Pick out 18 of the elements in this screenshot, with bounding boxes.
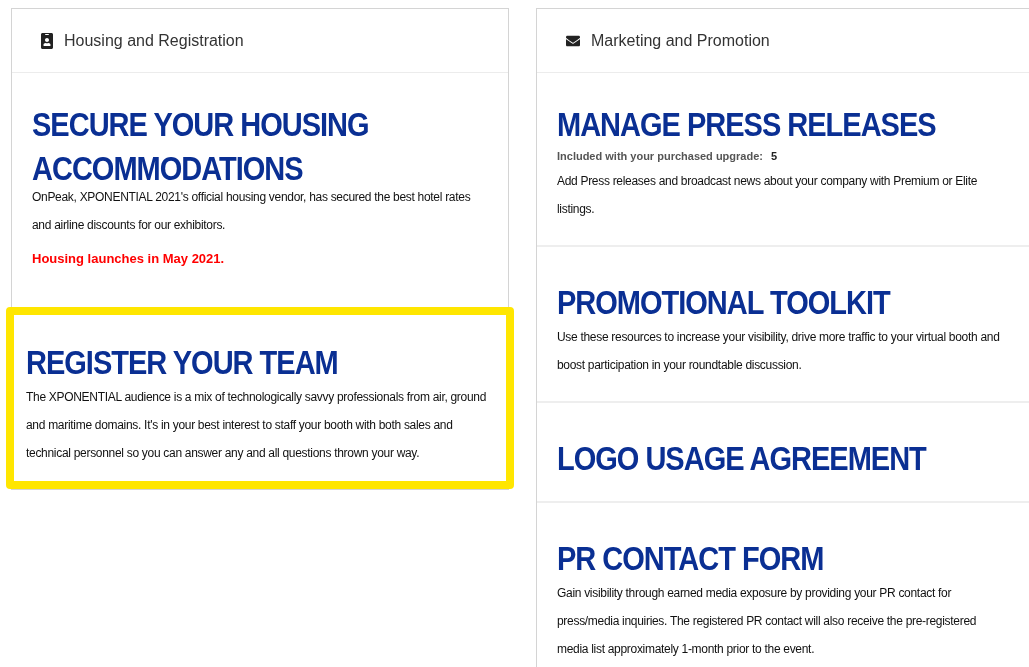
panel-title: Housing and Registration (64, 30, 244, 51)
body-text: Use these resources to increase your visibility, drive more traffic to your virtual booth and boost participation in your roundtable discussion. (557, 329, 1001, 374)
body-text: OnPeak, XPONENTIAL 2021's official housing vendor, has secured the best hotel rates and airline discounts for our exhibitors. (32, 189, 472, 234)
note-label: Included with your purchased upgrade: (557, 149, 763, 164)
envelope-icon (565, 33, 581, 48)
section-heading: REGISTER YOUR TEAM (26, 343, 339, 384)
body-text: Gain visibility through earned media exposure by providing your PR contact for press/media inquiries. The registered PR contact will also receive the pre-registered media list approximately 1-month prior to the event. (557, 585, 978, 658)
section-heading: LOGO USAGE AGREEMENT (557, 439, 928, 480)
section-heading: SECURE YOUR HOUSING ACCOMMODATIONS (32, 105, 370, 189)
alert-text: Housing launches in May 2021. (32, 250, 226, 268)
body-text: Add Press releases and broadcast news about your company with Premium or Elite listings. (557, 173, 979, 218)
panel-title: Marketing and Promotion (591, 30, 770, 51)
id-badge-icon (40, 32, 54, 49)
section-heading: PR CONTACT FORM (557, 539, 825, 580)
note-value: 5 (770, 149, 778, 164)
section-heading: MANAGE PRESS RELEASES (557, 105, 937, 146)
section-heading: PROMOTIONAL TOOLKIT (557, 283, 892, 324)
body-text: The XPONENTIAL audience is a mix of technologically savvy professionals from air, ground and maritime domains. It's in your best interest to staff your booth with both sales and technical personnel so you can answer any and all questions thrown your way. (26, 389, 488, 462)
